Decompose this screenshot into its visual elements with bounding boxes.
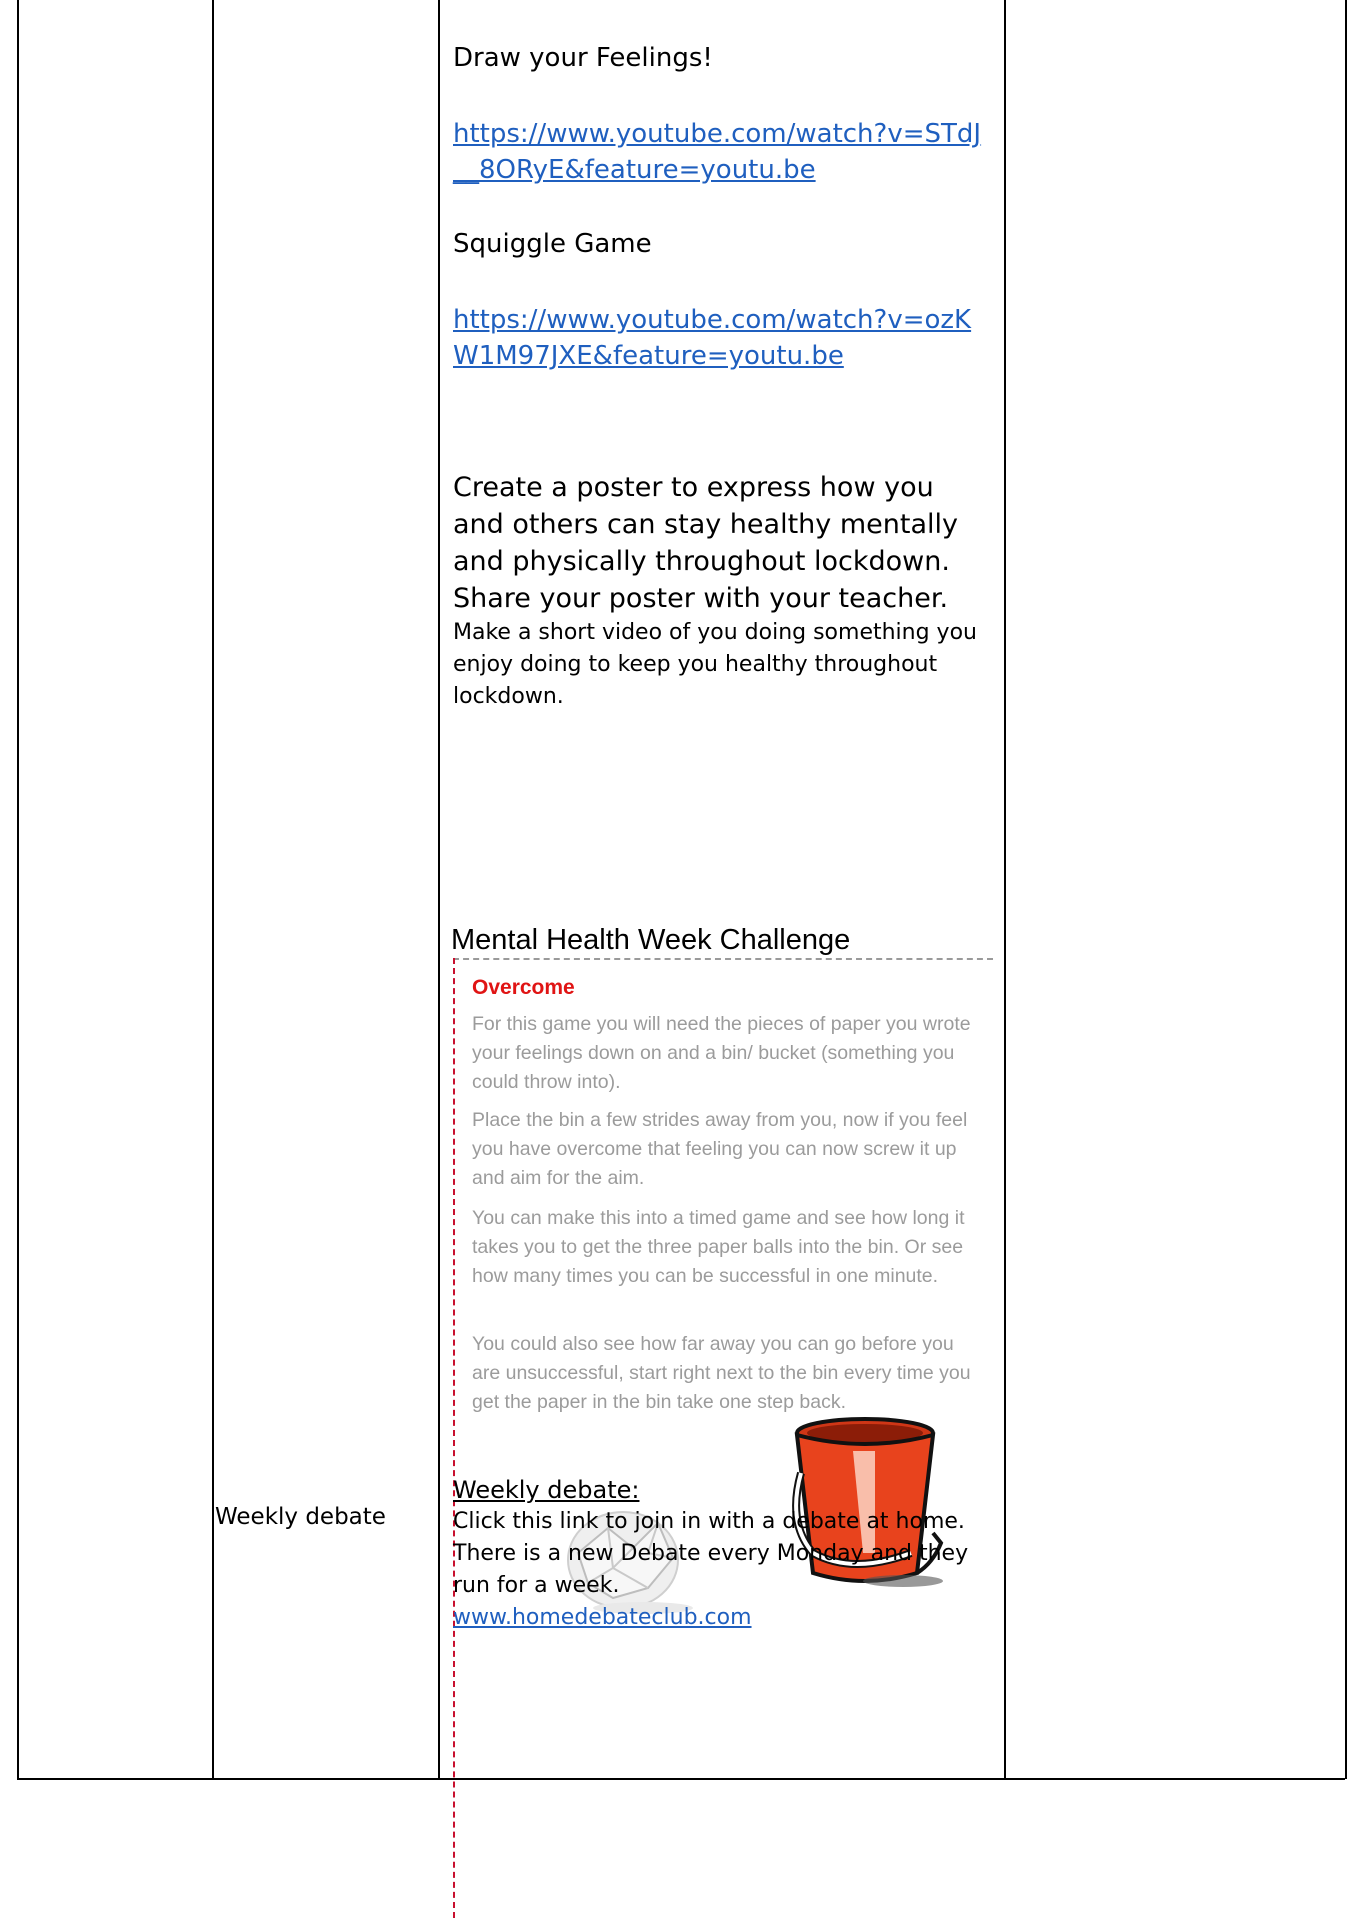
challenge-paragraph-4: You could also see how far away you can …	[472, 1333, 971, 1413]
video-task-text: Make a short video of you doing somethin…	[453, 620, 977, 709]
challenge-top-border	[453, 958, 993, 960]
homedebateclub-link[interactable]: www.homedebateclub.com	[453, 1605, 752, 1630]
poster-task-text: Create a poster to express how you and o…	[453, 472, 958, 614]
draw-feelings-link[interactable]: https://www.youtube.com/watch?v=STdJ__8O…	[453, 119, 981, 185]
draw-feelings-title: Draw your Feelings!	[453, 43, 713, 73]
activity-cell: Draw your Feelings! https://www.youtube.…	[453, 40, 993, 713]
weekly-debate-text: Click this link to join in with a debate…	[453, 1509, 969, 1598]
table-border-col1	[212, 0, 214, 1779]
table-border-right	[1345, 0, 1347, 1779]
overcome-heading: Overcome	[472, 976, 575, 999]
challenge-paragraph-2: Place the bin a few strides away from yo…	[472, 1109, 968, 1189]
table-border-col2	[438, 0, 440, 1779]
weekly-debate-heading: Weekly debate:	[453, 1476, 640, 1504]
weekly-debate-cell: Weekly debate: Click this link to join i…	[453, 1474, 973, 1634]
weekly-debate-label: Weekly debate	[215, 1504, 386, 1530]
challenge-paragraph-1: For this game you will need the pieces o…	[472, 1013, 971, 1093]
challenge-title: Mental Health Week Challenge	[451, 924, 851, 956]
challenge-left-border	[453, 958, 455, 1918]
squiggle-game-title: Squiggle Game	[453, 229, 652, 259]
squiggle-game-link[interactable]: https://www.youtube.com/watch?v=ozKW1M97…	[453, 305, 971, 371]
challenge-card: Overcome For this game you will need the…	[453, 958, 993, 1918]
challenge-paragraph-3: You can make this into a timed game and …	[472, 1207, 965, 1287]
table-border-col3	[1004, 0, 1006, 1779]
table-border-left	[17, 0, 19, 1779]
